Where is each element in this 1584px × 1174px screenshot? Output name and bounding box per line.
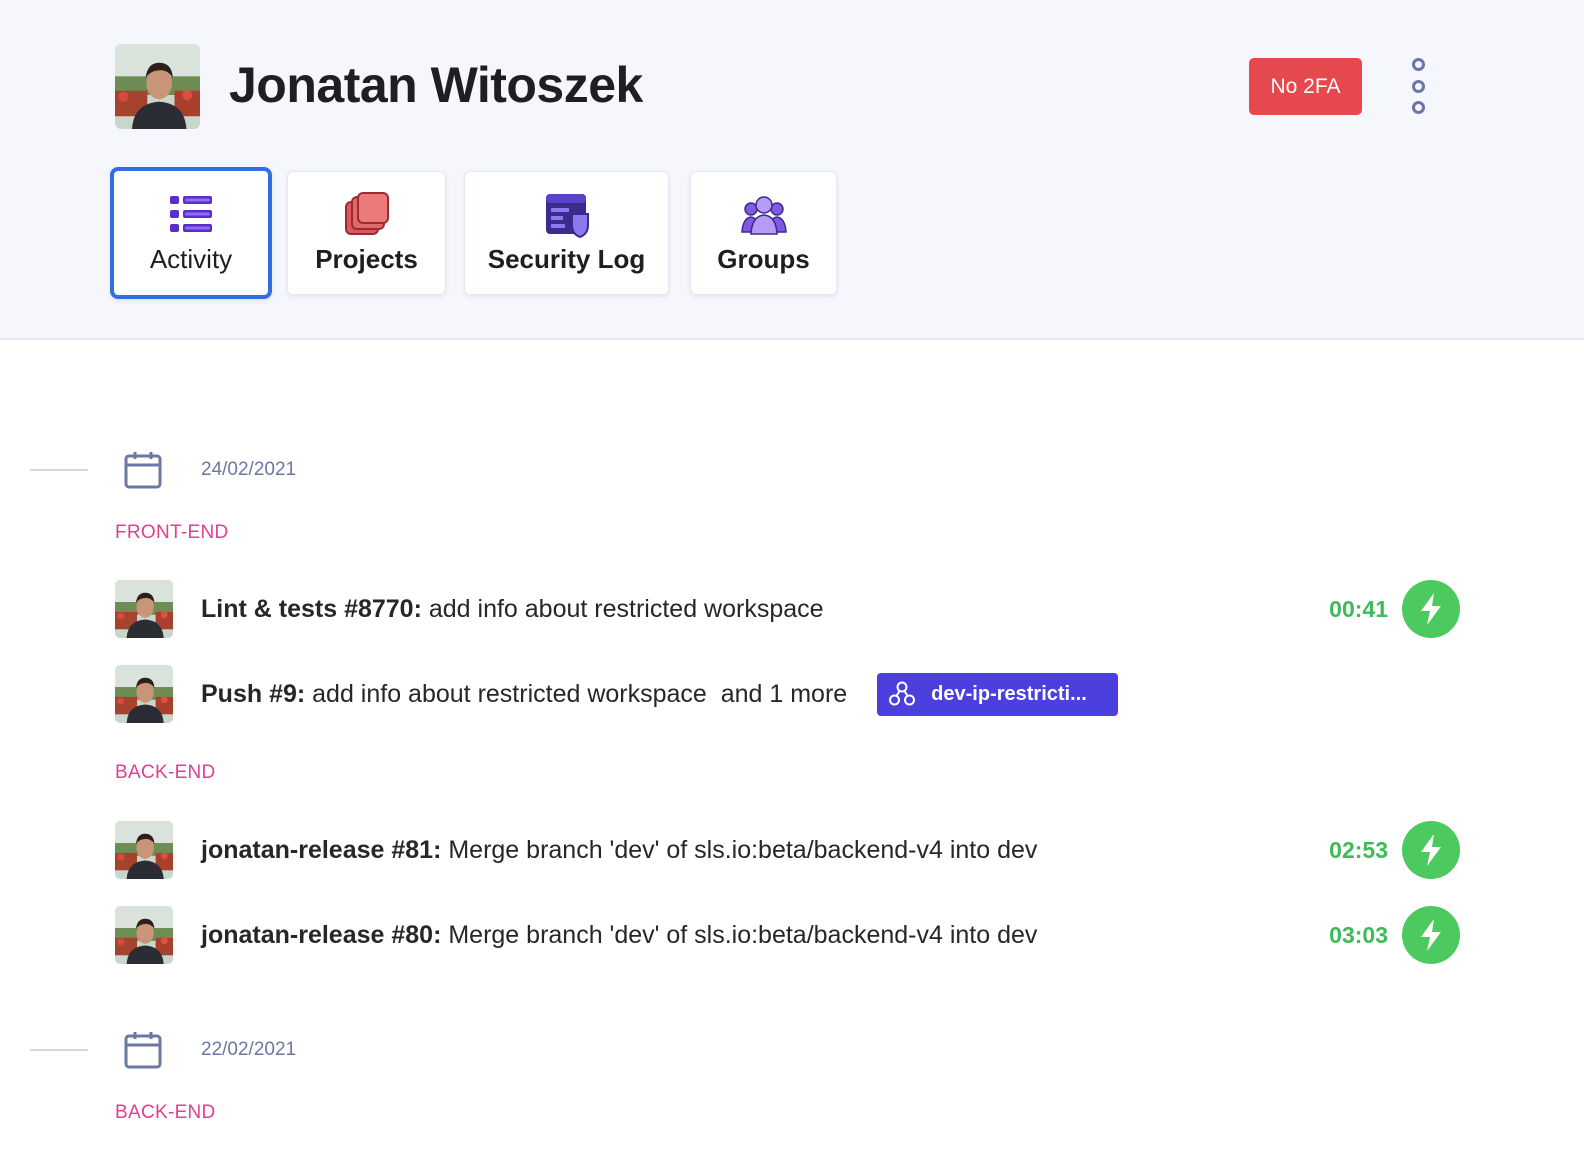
activity-title: Lint & tests #8770: bbox=[201, 594, 422, 623]
branch-icon bbox=[889, 681, 916, 706]
tab-groups[interactable]: Groups bbox=[690, 171, 837, 295]
activity-item[interactable]: jonatan-release #81: Merge branch 'dev' … bbox=[115, 821, 1460, 879]
tab-activity[interactable]: Activity bbox=[110, 167, 272, 299]
activity-text: Push #9: add info about restricted works… bbox=[201, 680, 847, 709]
tab-label: Groups bbox=[717, 244, 810, 274]
success-status-button[interactable] bbox=[1402, 906, 1460, 964]
branch-chip[interactable]: dev-ip-restricti... bbox=[877, 672, 1119, 716]
activity-title: Push #9: bbox=[201, 679, 306, 708]
tab-label: Projects bbox=[315, 244, 418, 274]
projects-icon bbox=[344, 192, 389, 235]
timeline-line bbox=[30, 1049, 88, 1051]
calendar-icon bbox=[124, 452, 162, 489]
activity-item[interactable]: jonatan-release #80: Merge branch 'dev' … bbox=[115, 906, 1460, 964]
group-label: BACK-END bbox=[115, 762, 216, 783]
lightning-icon bbox=[1421, 919, 1441, 951]
list-icon bbox=[170, 196, 212, 232]
activity-item[interactable]: Push #9: add info about restricted works… bbox=[115, 665, 1460, 723]
lightning-icon bbox=[1421, 593, 1441, 625]
lightning-icon bbox=[1421, 834, 1441, 866]
group-label: FRONT-END bbox=[115, 522, 229, 543]
profile-header: Jonatan Witoszek No 2FA Activity Project… bbox=[0, 0, 1584, 340]
date-label: 24/02/2021 bbox=[201, 459, 297, 480]
more-vertical-icon[interactable] bbox=[1404, 58, 1432, 114]
user-name: Jonatan Witoszek bbox=[229, 57, 643, 113]
activity-status: 03:03 bbox=[1329, 906, 1460, 964]
avatar bbox=[115, 665, 173, 723]
activity-message: add info about restricted workspace bbox=[421, 594, 824, 623]
activity-message: Merge branch 'dev' of sls.io:beta/backen… bbox=[441, 835, 1038, 864]
duration: 02:53 bbox=[1329, 836, 1388, 863]
activity-message: Merge branch 'dev' of sls.io:beta/backen… bbox=[441, 920, 1038, 949]
date-row: 24/02/2021 bbox=[0, 450, 600, 490]
activity-title: jonatan-release #80: bbox=[201, 920, 442, 949]
date-label: 22/02/2021 bbox=[201, 1039, 297, 1060]
tab-security-log[interactable]: Security Log bbox=[464, 171, 669, 295]
tab-projects[interactable]: Projects bbox=[287, 171, 446, 295]
no-2fa-badge: No 2FA bbox=[1249, 58, 1362, 115]
activity-message: add info about restricted workspace and … bbox=[305, 679, 848, 708]
duration: 00:41 bbox=[1329, 595, 1388, 622]
groups-icon bbox=[740, 196, 787, 235]
avatar bbox=[115, 906, 173, 964]
avatar bbox=[115, 821, 173, 879]
success-status-button[interactable] bbox=[1402, 821, 1460, 879]
activity-text: jonatan-release #80: Merge branch 'dev' … bbox=[201, 921, 1037, 950]
timeline-line bbox=[30, 469, 88, 471]
activity-title: jonatan-release #81: bbox=[201, 835, 442, 864]
tab-label: Activity bbox=[149, 244, 233, 274]
activity-text: jonatan-release #81: Merge branch 'dev' … bbox=[201, 836, 1037, 865]
avatar bbox=[115, 580, 173, 638]
date-row: 22/02/2021 bbox=[0, 1030, 600, 1070]
security-log-icon bbox=[545, 194, 589, 238]
avatar bbox=[115, 44, 200, 129]
activity-text: Lint & tests #8770: add info about restr… bbox=[201, 595, 824, 624]
activity-status: 00:41 bbox=[1329, 580, 1460, 638]
branch-name: dev-ip-restricti... bbox=[931, 682, 1087, 705]
group-label: BACK-END bbox=[115, 1102, 216, 1123]
tab-label: Security Log bbox=[487, 244, 646, 274]
duration: 03:03 bbox=[1329, 921, 1388, 948]
activity-status: 02:53 bbox=[1329, 821, 1460, 879]
success-status-button[interactable] bbox=[1402, 580, 1460, 638]
activity-item[interactable]: Lint & tests #8770: add info about restr… bbox=[115, 580, 1460, 638]
calendar-icon bbox=[124, 1032, 162, 1069]
